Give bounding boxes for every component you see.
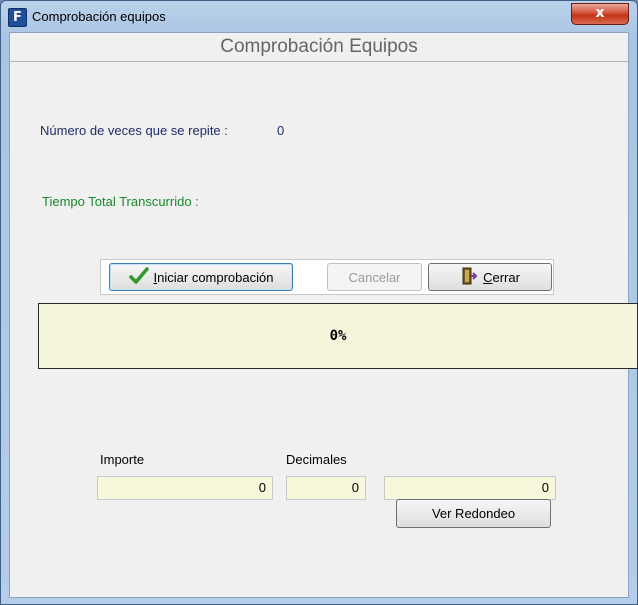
checkmark-icon	[128, 266, 149, 288]
dialog-window: F Comprobación equipos x Comprobación Eq…	[0, 0, 638, 605]
decimales-label: Decimales	[286, 452, 347, 467]
importe-label: Importe	[100, 452, 145, 467]
start-label: niciar comprobación	[157, 269, 274, 285]
door-exit-icon	[460, 266, 478, 289]
app-icon: F	[8, 8, 27, 27]
cancel-button[interactable]: Cancelar	[327, 263, 422, 291]
view-rounding-button[interactable]: Ver Redondeo	[396, 499, 551, 528]
close-button[interactable]: Cerrar	[428, 263, 552, 291]
close-label: errar	[492, 269, 520, 285]
dialog-client: Comprobación Equipos Número de veces que…	[9, 32, 638, 598]
dialog-header: Comprobación Equipos	[10, 33, 628, 62]
action-button-group: Iniciar comprobación Cancelar Cerrar	[100, 259, 554, 295]
progress-bar: 0%	[38, 303, 638, 369]
progress-text: 0%	[329, 328, 347, 344]
close-window-button[interactable]: x	[571, 3, 629, 25]
importe-field[interactable]: 0	[97, 476, 273, 500]
start-check-button[interactable]: Iniciar comprobación	[109, 263, 293, 291]
repeat-count-value: 0	[277, 123, 285, 138]
result-field[interactable]: 0	[384, 476, 556, 500]
title-bar[interactable]: F Comprobación equipos x	[1, 1, 637, 31]
repeat-count-label: Número de veces que se repite :	[40, 123, 228, 138]
window-title: Comprobación equipos	[32, 9, 166, 24]
decimales-field[interactable]: 0	[286, 476, 366, 500]
elapsed-time-label: Tiempo Total Transcurrido :	[42, 194, 199, 209]
